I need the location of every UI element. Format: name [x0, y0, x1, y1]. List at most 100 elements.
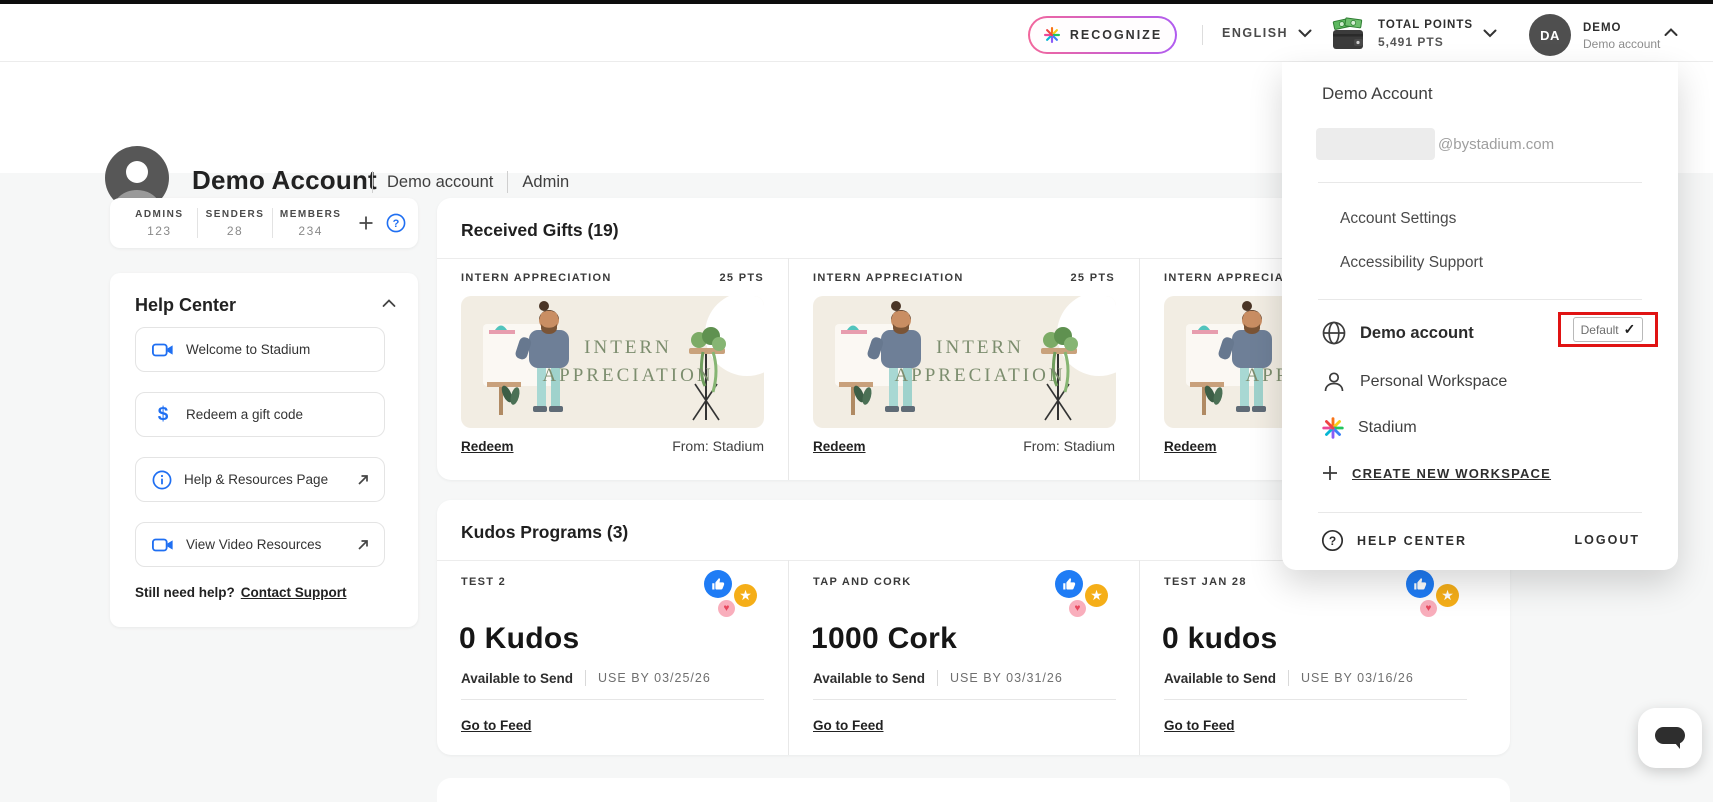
- stadium-logo-icon: [1321, 416, 1345, 440]
- plus-icon: [1321, 464, 1339, 482]
- wallet-points-icon: [1328, 17, 1368, 53]
- kudos-amount: 1000 Cork: [811, 622, 957, 656]
- gift-points: 25 PTS: [1071, 272, 1116, 284]
- gift-image: INTERN APPRECIATION: [461, 296, 764, 428]
- kudos-card: TAP AND CORK ★ ♥ 1000 Cork Available to …: [788, 560, 1139, 755]
- redeem-link[interactable]: Redeem: [1164, 439, 1217, 454]
- stat-admins: ADMINS 123: [122, 207, 197, 240]
- stat-senders: SENDERS 28: [198, 207, 273, 240]
- star-icon: ★: [1085, 584, 1108, 607]
- thumbs-up-icon: [1055, 570, 1083, 598]
- gift-image-text: INTERN APPRECIATION: [905, 296, 1055, 428]
- svg-text:?: ?: [393, 218, 400, 230]
- kudos-amount: 0 kudos: [1162, 622, 1277, 656]
- help-center-title: Help Center: [135, 295, 236, 316]
- accessibility-support-link[interactable]: Accessibility Support: [1340, 254, 1483, 272]
- help-item-welcome[interactable]: Welcome to Stadium: [135, 327, 385, 372]
- video-icon: [152, 341, 174, 359]
- gift-card: INTERN APPRECIATION 25 PTS: [437, 258, 788, 480]
- go-to-feed-link[interactable]: Go to Feed: [813, 718, 884, 733]
- help-item-resources[interactable]: Help & Resources Page: [135, 457, 385, 502]
- recognize-button[interactable]: RECOGNIZE: [1028, 16, 1177, 54]
- recognize-burst-icon: [1043, 26, 1061, 44]
- redacted-email: [1316, 128, 1435, 160]
- gift-title: INTERN APPRECIATION: [813, 272, 964, 284]
- kudos-title: TEST 2: [461, 576, 506, 588]
- thumbs-up-icon: [1406, 570, 1434, 598]
- reaction-icons: ★ ♥: [1398, 570, 1470, 622]
- account-subtitle: Demo account: [1583, 36, 1660, 53]
- received-gifts-title: Received Gifts (19): [461, 220, 619, 241]
- create-workspace-label: CREATE NEW WORKSPACE: [1352, 466, 1551, 481]
- kudos-availability: Available to Send USE BY 03/25/26: [461, 670, 711, 686]
- topbar: RECOGNIZE ENGLISH TOTAL POINTS 5,491 PTS…: [0, 4, 1713, 62]
- workspace-name: Demo account: [387, 173, 493, 192]
- language-label: ENGLISH: [1222, 26, 1288, 40]
- heart-icon: ♥: [1420, 600, 1437, 617]
- avatar-initials: DA: [1540, 28, 1560, 43]
- create-workspace-button[interactable]: CREATE NEW WORKSPACE: [1321, 464, 1551, 482]
- heart-icon: ♥: [718, 600, 735, 617]
- logout-button[interactable]: LOGOUT: [1575, 533, 1640, 547]
- help-footer: Still need help? Contact Support: [135, 585, 347, 600]
- gift-from: From: Stadium: [672, 438, 764, 454]
- help-item-label: Redeem a gift code: [186, 407, 370, 422]
- collapse-chevron-up-icon[interactable]: [382, 299, 396, 308]
- reaction-icons: ★ ♥: [1047, 570, 1119, 622]
- workspace-item-personal[interactable]: Personal Workspace: [1321, 369, 1507, 395]
- globe-icon: [1321, 320, 1347, 346]
- go-to-feed-link[interactable]: Go to Feed: [461, 718, 532, 733]
- contact-support-link[interactable]: Contact Support: [241, 585, 347, 600]
- help-item-label: Welcome to Stadium: [186, 342, 370, 357]
- chat-launcher-button[interactable]: [1638, 708, 1702, 768]
- gift-card: INTERN APPRECIATION 25 PTS: [788, 258, 1139, 480]
- thumbs-up-icon: [704, 570, 732, 598]
- account-switcher[interactable]: DEMO Demo account: [1583, 20, 1660, 53]
- language-selector[interactable]: ENGLISH: [1222, 26, 1312, 40]
- kudos-amount: 0 Kudos: [459, 622, 579, 656]
- star-icon: ★: [734, 584, 757, 607]
- chat-bubble-icon: [1653, 725, 1687, 751]
- gift-from: From: Stadium: [1023, 438, 1115, 454]
- help-item-label: View Video Resources: [186, 537, 344, 552]
- email-domain: @bystadium.com: [1438, 136, 1554, 153]
- external-link-icon: [356, 473, 370, 487]
- use-by-date: USE BY 03/25/26: [598, 671, 711, 685]
- chevron-down-icon: [1298, 29, 1312, 38]
- add-member-icon[interactable]: [358, 215, 374, 231]
- gift-title: INTERN APPRECIATION: [461, 272, 612, 284]
- account-settings-link[interactable]: Account Settings: [1340, 210, 1456, 228]
- user-avatar[interactable]: DA: [1529, 14, 1571, 56]
- points-chevron-down-icon[interactable]: [1483, 29, 1497, 38]
- redeem-link[interactable]: Redeem: [813, 439, 866, 454]
- dollar-icon: $: [152, 404, 174, 426]
- help-item-videos[interactable]: View Video Resources: [135, 522, 385, 567]
- workspace-label: Personal Workspace: [1360, 373, 1507, 391]
- default-badge: Default ✓: [1573, 317, 1644, 342]
- star-icon: ★: [1436, 584, 1459, 607]
- use-by-date: USE BY 03/31/26: [950, 671, 1063, 685]
- help-center-card: Help Center Welcome to Stadium $ Redeem …: [110, 273, 418, 627]
- recognize-label: RECOGNIZE: [1070, 28, 1162, 42]
- account-chevron-up-icon[interactable]: [1664, 28, 1678, 37]
- menu-help-center-link[interactable]: ? HELP CENTER: [1321, 529, 1467, 552]
- stats-help-icon[interactable]: ?: [386, 213, 406, 233]
- page-title: Demo Account: [192, 165, 377, 196]
- go-to-feed-link[interactable]: Go to Feed: [1164, 718, 1235, 733]
- redeem-link[interactable]: Redeem: [461, 439, 514, 454]
- gift-image-text: INTERN APPRECIATION: [553, 296, 703, 428]
- kudos-card: TEST JAN 28 ★ ♥ 0 kudos Available to Sen…: [1139, 560, 1490, 755]
- help-item-label: Help & Resources Page: [184, 472, 344, 487]
- kudos-availability: Available to Send USE BY 03/16/26: [1164, 670, 1414, 686]
- role-label: Admin: [522, 173, 569, 192]
- points-value: 5,491 PTS: [1378, 34, 1473, 51]
- help-item-redeem[interactable]: $ Redeem a gift code: [135, 392, 385, 437]
- still-need-help-text: Still need help?: [135, 585, 235, 600]
- account-name: DEMO: [1583, 20, 1660, 36]
- workspace-item-stadium[interactable]: Stadium: [1321, 416, 1417, 440]
- kudos-title: TEST JAN 28: [1164, 576, 1247, 588]
- workspace-item-demo-account[interactable]: Demo account: [1321, 320, 1474, 346]
- kudos-availability: Available to Send USE BY 03/31/26: [813, 670, 1063, 686]
- heart-icon: ♥: [1069, 600, 1086, 617]
- member-stats-card: ADMINS 123 SENDERS 28 MEMBERS 234 ?: [110, 198, 418, 248]
